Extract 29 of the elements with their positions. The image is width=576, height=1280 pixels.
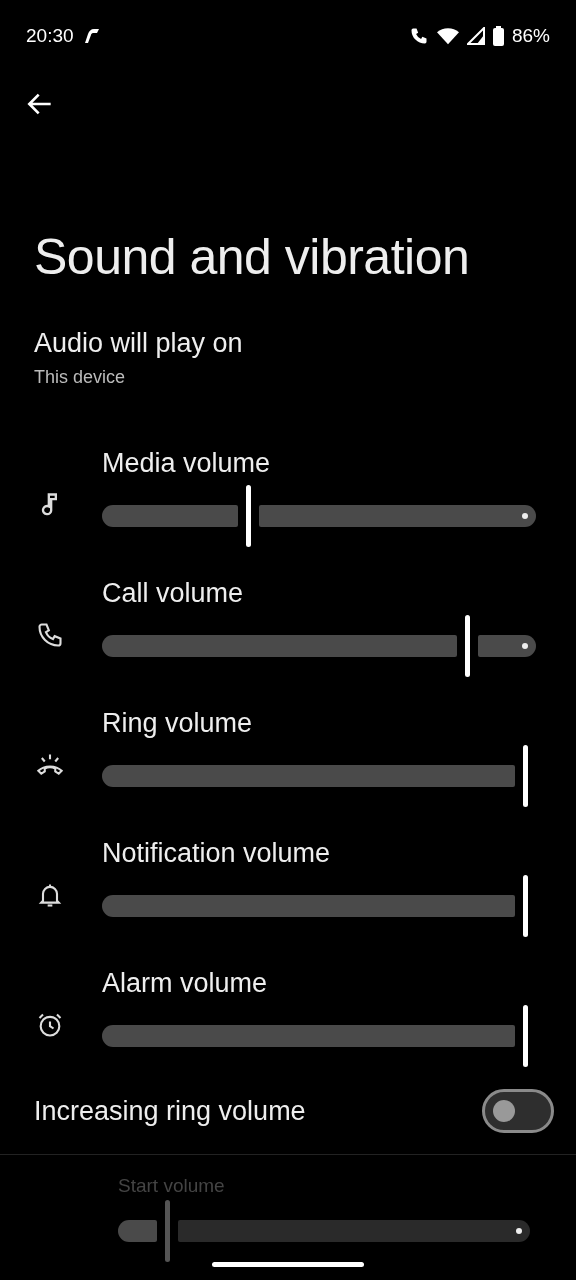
end-dot-icon — [522, 643, 528, 649]
slider-thumb[interactable] — [523, 875, 528, 937]
signal-icon — [466, 27, 485, 45]
slider-thumb[interactable] — [246, 485, 252, 547]
battery-percentage: 86% — [511, 25, 550, 47]
end-dot-icon — [516, 1228, 522, 1234]
page-title: Sound and vibration — [34, 228, 471, 286]
slider-thumb[interactable] — [523, 745, 528, 807]
volume-label: Alarm volume — [102, 968, 269, 998]
phone-icon — [36, 621, 64, 649]
volume-slider[interactable] — [102, 614, 536, 678]
setting-label: Increasing ring volume — [34, 1095, 306, 1127]
clock: 20:30 — [26, 25, 74, 47]
slider-track — [118, 1220, 158, 1242]
volume-slider[interactable] — [102, 484, 536, 548]
alarm-clock-icon — [36, 1011, 64, 1039]
slider-thumb[interactable] — [523, 1005, 528, 1067]
volume-label: Call volume — [102, 578, 245, 608]
slider-thumb[interactable] — [465, 615, 471, 677]
battery-icon — [492, 26, 504, 46]
volume-label: Media volume — [102, 448, 272, 478]
volume-label: Ring volume — [102, 708, 254, 738]
toggle-switch[interactable] — [482, 1089, 554, 1133]
volume-label: Notification volume — [102, 838, 332, 868]
wifi-icon — [436, 27, 459, 45]
volume-label: Start volume — [118, 1175, 226, 1198]
end-dot-icon — [522, 513, 528, 519]
setting-value: This device — [34, 367, 127, 388]
setting-label[interactable]: Audio will play on — [34, 328, 576, 359]
